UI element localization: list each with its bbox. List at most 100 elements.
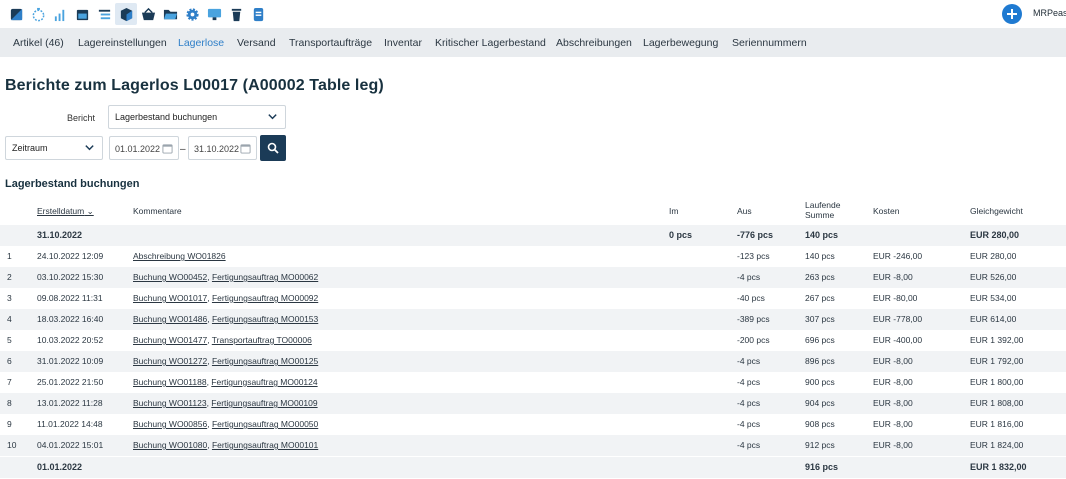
row-number: 6 [7,356,12,366]
tab-lagerlose[interactable]: Lagerlose [178,37,224,49]
timer-icon[interactable] [27,3,49,25]
user-name[interactable]: MRPeasy [1033,8,1066,18]
row-date: 31.01.2022 10:09 [37,356,104,366]
comment-link-2[interactable]: Fertigungsauftrag MO00050 [212,419,318,429]
inventory-cube-icon[interactable] [115,3,137,25]
comment-link-1[interactable]: Buchung WO01486 [133,314,207,324]
dashboard-icon[interactable] [5,3,27,25]
tab-lagereinstellungen[interactable]: Lagereinstellungen [78,37,167,49]
document-icon[interactable] [247,3,269,25]
row-balance: EUR 1 800,00 [970,377,1024,387]
row-date: 03.10.2022 15:30 [37,272,104,282]
column-header-balance: Gleichgewicht [970,206,1023,216]
table-row: 2 03.10.2022 15:30 Buchung WO00452, Fert… [0,267,1066,288]
comment-link-2[interactable]: Fertigungsauftrag MO00062 [212,272,318,282]
column-header-cost: Kosten [873,206,900,216]
search-button[interactable] [260,135,286,161]
row-running: 263 pcs [805,272,835,282]
calendar-icon[interactable] [162,143,173,154]
row-cost: EUR -8,00 [873,398,913,408]
comment-link-2[interactable]: Fertigungsauftrag MO00109 [211,398,317,408]
settings-gear-icon[interactable] [181,3,203,25]
comment-link-1[interactable]: Buchung WO00856 [133,419,207,429]
row-comment: Buchung WO01486, Fertigungsauftrag MO001… [133,314,318,324]
tab-inventar[interactable]: Inventar [384,37,422,49]
comment-link-1[interactable]: Buchung WO01123 [133,398,207,408]
table-row: 1 24.10.2022 12:09 Abschreibung WO01826 … [0,246,1066,267]
comment-link-2[interactable]: Transportauftrag TO00006 [212,335,312,345]
chevron-down-icon [268,114,277,120]
summary-balance: EUR 280,00 [970,230,1020,240]
tab-artikel[interactable]: Artikel (46) [13,37,64,49]
row-out: -4 pcs [737,272,761,282]
row-number: 3 [7,293,12,303]
date-to-value: 31.10.2022 [194,144,240,154]
comment-link-2[interactable]: Fertigungsauftrag MO00101 [212,440,318,450]
period-select-value: Zeitraum [12,143,48,153]
row-balance: EUR 614,00 [970,314,1017,324]
comment-link-1[interactable]: Buchung WO00452 [133,272,207,282]
calendar-icon[interactable] [240,143,251,154]
comment-link-2[interactable]: Fertigungsauftrag MO00124 [211,377,317,387]
add-icon[interactable] [1002,4,1022,24]
basket-icon[interactable] [137,3,159,25]
summary-date: 31.10.2022 [37,230,83,240]
row-number: 9 [7,419,12,429]
row-date: 11.01.2022 14:48 [37,419,103,429]
table-row: 3 09.08.2022 11:31 Buchung WO01017, Fert… [0,288,1066,309]
page-title: Berichte zum Lagerlos L00017 (A00002 Tab… [5,77,384,94]
folder-icon[interactable] [159,3,181,25]
row-number: 8 [7,398,12,408]
row-number: 5 [7,335,12,345]
row-balance: EUR 526,00 [970,272,1017,282]
report-select[interactable]: Lagerbestand buchungen [108,105,286,129]
tab-abschreibungen[interactable]: Abschreibungen [556,37,632,49]
calendar-icon[interactable] [71,3,93,25]
row-out: -4 pcs [737,377,761,387]
tab-seriennummern[interactable]: Seriennummern [732,37,807,49]
summary-row-top: 31.10.2022 0 pcs -776 pcs 140 pcs EUR 28… [0,225,1066,246]
comment-link-2[interactable]: Fertigungsauftrag MO00125 [212,356,318,366]
row-comment: Buchung WO01080, Fertigungsauftrag MO001… [133,440,318,450]
row-date: 10.03.2022 20:52 [37,335,104,345]
row-comment: Buchung WO01477, Transportauftrag TO0000… [133,335,312,345]
comment-link-1[interactable]: Abschreibung WO01826 [133,251,226,261]
comment-link-1[interactable]: Buchung WO01080 [133,440,207,450]
date-from-input[interactable]: 01.01.2022 [109,136,179,160]
summary-running: 916 pcs [805,462,839,472]
comment-link-2[interactable]: Fertigungsauftrag MO00092 [212,293,318,303]
column-header-date[interactable]: Erstelldatum ⌄ [37,206,94,217]
stats-icon[interactable] [49,3,71,25]
comment-link-1[interactable]: Buchung WO01188 [133,377,207,387]
comment-link-1[interactable]: Buchung WO01477 [133,335,207,345]
table-row: 9 11.01.2022 14:48 Buchung WO00856, Fert… [0,414,1066,435]
table-row: 10 04.01.2022 15:01 Buchung WO01080, Fer… [0,435,1066,456]
report-select-value: Lagerbestand buchungen [115,112,218,122]
row-comment: Buchung WO01188, Fertigungsauftrag MO001… [133,377,318,387]
table-row: 8 13.01.2022 11:28 Buchung WO01123, Fert… [0,393,1066,414]
date-to-input[interactable]: 31.10.2022 [188,136,257,160]
tab-versand[interactable]: Versand [237,37,276,49]
trash-icon[interactable] [225,3,247,25]
column-header-running: Laufende Summe [805,200,840,220]
row-out: -4 pcs [737,356,761,366]
tab-transportauftraege[interactable]: Transportaufträge [289,37,372,49]
row-cost: EUR -8,00 [873,356,913,366]
comment-link-1[interactable]: Buchung WO01272 [133,356,207,366]
tab-kritischer-lagerbestand[interactable]: Kritischer Lagerbestand [435,37,546,49]
list-icon[interactable] [93,3,115,25]
date-separator: – [180,144,186,155]
row-number: 7 [7,377,12,387]
table-row: 6 31.01.2022 10:09 Buchung WO01272, Fert… [0,351,1066,372]
comment-link-1[interactable]: Buchung WO01017 [133,293,207,303]
table-row: 7 25.01.2022 21:50 Buchung WO01188, Fert… [0,372,1066,393]
row-out: -40 pcs [737,293,765,303]
period-select[interactable]: Zeitraum [5,136,103,160]
comment-link-2[interactable]: Fertigungsauftrag MO00153 [212,314,318,324]
search-icon [267,142,279,154]
row-balance: EUR 1 808,00 [970,398,1024,408]
monitor-icon[interactable] [203,3,225,25]
tab-lagerbewegung[interactable]: Lagerbewegung [643,37,718,49]
row-comment: Abschreibung WO01826 [133,251,226,261]
row-balance: EUR 1 816,00 [970,419,1024,429]
